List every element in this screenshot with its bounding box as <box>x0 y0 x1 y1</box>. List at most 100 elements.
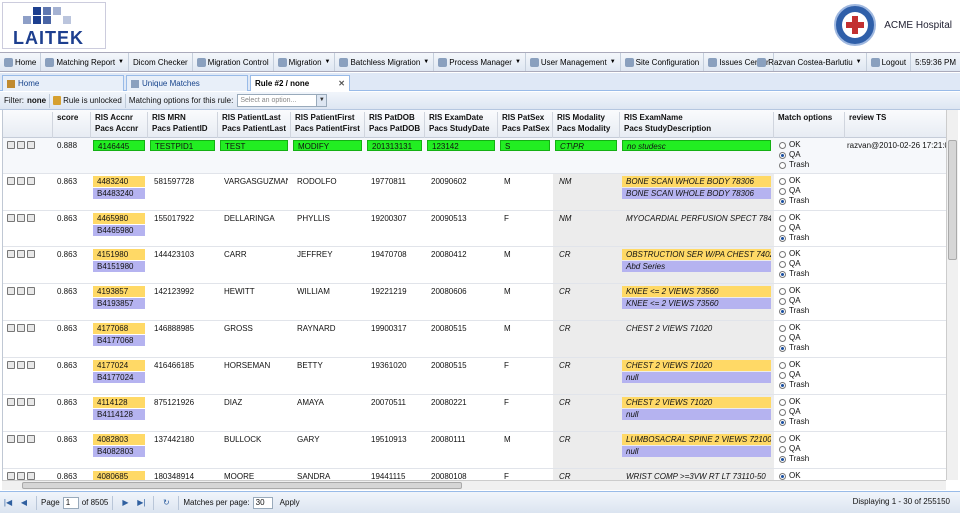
radio-button[interactable] <box>779 455 786 463</box>
match-option-trash[interactable]: Trash <box>779 196 809 206</box>
radio-button[interactable] <box>779 224 786 232</box>
radio-button[interactable] <box>779 307 786 315</box>
flag-icon[interactable] <box>17 250 25 258</box>
radio-button[interactable] <box>779 234 786 242</box>
radio-button[interactable] <box>779 381 786 389</box>
comment-icon[interactable] <box>27 287 35 295</box>
print-icon[interactable] <box>7 361 15 369</box>
table-row[interactable]: 0.888 4146445 TESTPID1 TEST MODIFY 201313131 1… <box>3 138 946 174</box>
match-option-qa[interactable]: QA <box>779 444 809 454</box>
column-header[interactable]: RIS Accnr Pacs Accnr <box>91 112 148 138</box>
radio-button[interactable] <box>779 287 786 295</box>
radio-button[interactable] <box>779 187 786 195</box>
menu-batchless-migration[interactable]: Batchless Migration ▼ <box>335 53 435 71</box>
radio-button[interactable] <box>779 361 786 369</box>
menu-migration[interactable]: Migration ▼ <box>274 53 336 71</box>
match-option-qa[interactable]: QA <box>779 296 809 306</box>
match-option-qa[interactable]: QA <box>779 333 809 343</box>
print-icon[interactable] <box>7 435 15 443</box>
print-icon[interactable] <box>7 287 15 295</box>
radio-button[interactable] <box>779 445 786 453</box>
first-page-icon[interactable]: |◀ <box>3 498 13 508</box>
radio-button[interactable] <box>779 371 786 379</box>
radio-button[interactable] <box>779 161 786 169</box>
column-header[interactable]: RIS Modality Pacs Modality <box>553 112 620 138</box>
match-option-qa[interactable]: QA <box>779 370 809 380</box>
match-option-trash[interactable]: Trash <box>779 454 809 464</box>
print-icon[interactable] <box>7 214 15 222</box>
column-header[interactable]: RIS PatDOB Pacs PatDOB <box>365 112 425 138</box>
match-option-qa[interactable]: QA <box>779 407 809 417</box>
column-header[interactable]: review TS <box>845 112 946 138</box>
match-option-ok[interactable]: OK <box>779 471 809 480</box>
match-option-ok[interactable]: OK <box>779 140 809 150</box>
print-icon[interactable] <box>7 141 15 149</box>
radio-button[interactable] <box>779 324 786 332</box>
print-icon[interactable] <box>7 250 15 258</box>
tab-unique-matches[interactable]: Unique Matches <box>126 75 248 91</box>
tab-home[interactable]: Home <box>2 75 124 91</box>
menu-user-management[interactable]: User Management ▼ <box>526 53 621 71</box>
table-row[interactable]: 0.863 4465980 B4465980 155017922 DELLARINGA P… <box>3 211 946 247</box>
comment-icon[interactable] <box>27 177 35 185</box>
user-menu[interactable]: Razvan Costea-Barlutiu ▼ <box>753 53 867 71</box>
comment-icon[interactable] <box>27 324 35 332</box>
print-icon[interactable] <box>7 177 15 185</box>
print-icon[interactable] <box>7 324 15 332</box>
vertical-scrollbar[interactable] <box>946 110 958 480</box>
last-page-icon[interactable]: ▶| <box>136 498 146 508</box>
menu-home[interactable]: Home <box>0 53 42 71</box>
column-header[interactable]: score <box>53 112 91 138</box>
flag-icon[interactable] <box>17 361 25 369</box>
chevron-down-icon[interactable]: ▼ <box>316 95 327 106</box>
match-option-ok[interactable]: OK <box>779 434 809 444</box>
menu-migration-control[interactable]: Migration Control <box>193 53 274 71</box>
match-option-qa[interactable]: QA <box>779 259 809 269</box>
column-header[interactable]: Match options <box>774 112 845 138</box>
radio-button[interactable] <box>779 297 786 305</box>
match-option-qa[interactable]: QA <box>779 186 809 196</box>
radio-button[interactable] <box>779 408 786 416</box>
comment-icon[interactable] <box>27 398 35 406</box>
close-tab-icon[interactable]: ✕ <box>338 79 345 88</box>
match-option-ok[interactable]: OK <box>779 176 809 186</box>
column-header[interactable]: RIS ExamName Pacs StudyDescription <box>620 112 774 138</box>
radio-button[interactable] <box>779 398 786 406</box>
radio-button[interactable] <box>779 270 786 278</box>
match-option-ok[interactable]: OK <box>779 360 809 370</box>
match-option-ok[interactable]: OK <box>779 323 809 333</box>
match-option-trash[interactable]: Trash <box>779 417 809 427</box>
match-option-ok[interactable]: OK <box>779 249 809 259</box>
flag-icon[interactable] <box>17 287 25 295</box>
match-option-trash[interactable]: Trash <box>779 306 809 316</box>
menu-matching-report[interactable]: Matching Report ▼ <box>41 53 129 71</box>
flag-icon[interactable] <box>17 398 25 406</box>
per-page-input[interactable]: 30 <box>252 496 273 509</box>
table-row[interactable]: 0.863 4114128 B4114128 875121926 DIAZ AMAYA 20… <box>3 395 946 432</box>
refresh-icon[interactable]: ↻ <box>161 498 171 508</box>
match-option-qa[interactable]: QA <box>779 150 809 160</box>
table-row[interactable]: 0.863 4080685 180348914 MOORE SANDRA 19441115… <box>3 469 946 480</box>
match-option-trash[interactable]: Trash <box>779 233 809 243</box>
radio-button[interactable] <box>779 197 786 205</box>
radio-button[interactable] <box>779 177 786 185</box>
flag-icon[interactable] <box>17 435 25 443</box>
comment-icon[interactable] <box>27 472 35 480</box>
radio-button[interactable] <box>779 214 786 222</box>
page-input[interactable]: 1 <box>62 496 79 509</box>
matching-options-select[interactable]: Select an option... ▼ <box>237 94 328 107</box>
logout-button[interactable]: Logout <box>867 53 912 71</box>
tab-rule-2[interactable]: Rule #2 / none ✕ <box>250 75 350 91</box>
apply-button[interactable]: Apply <box>280 498 300 507</box>
comment-icon[interactable] <box>27 435 35 443</box>
column-header[interactable]: RIS PatientFirst Pacs PatientFirst <box>291 112 365 138</box>
column-header[interactable]: RIS ExamDate Pacs StudyDate <box>425 112 498 138</box>
print-icon[interactable] <box>7 472 15 480</box>
menu-site-configuration[interactable]: Site Configuration <box>621 53 705 71</box>
radio-button[interactable] <box>779 151 786 159</box>
match-option-trash[interactable]: Trash <box>779 343 809 353</box>
table-row[interactable]: 0.863 4082803 B4082803 137442180 BULLOCK GARY… <box>3 432 946 469</box>
radio-button[interactable] <box>779 141 786 149</box>
table-row[interactable]: 0.863 4177068 B4177068 146888985 GROSS RAYNAR… <box>3 321 946 358</box>
match-option-qa[interactable]: QA <box>779 223 809 233</box>
